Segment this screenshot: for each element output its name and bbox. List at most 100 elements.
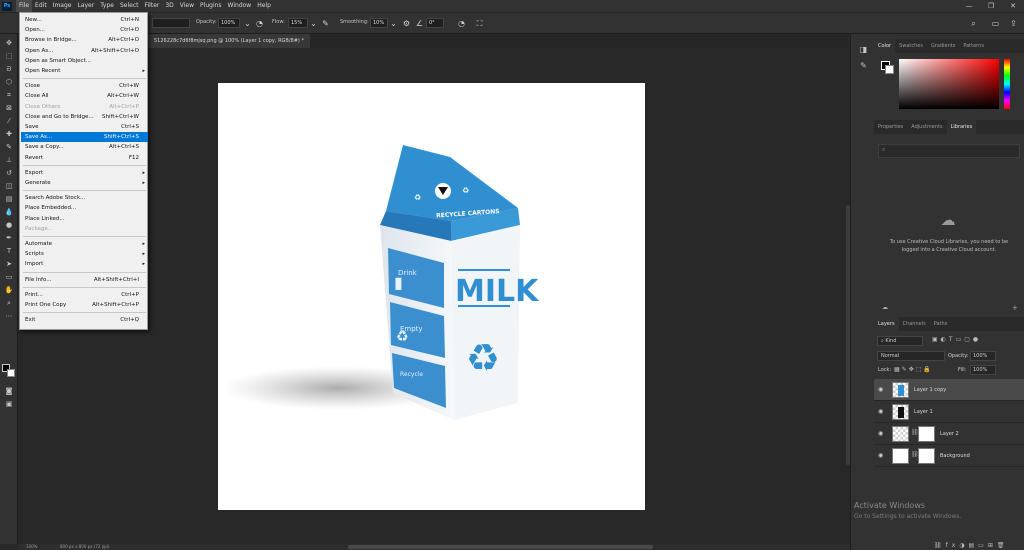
- document-tab[interactable]: 5126228c7d6f8mjsq.png @ 100% (Layer 1 co…: [148, 34, 310, 48]
- airbrush-icon[interactable]: ✎: [320, 18, 331, 29]
- visibility-eye-icon[interactable]: ◉: [878, 430, 883, 437]
- menu-item-package[interactable]: Package...: [21, 224, 148, 234]
- color-picker-field[interactable]: [899, 59, 999, 109]
- layer-filter-icons[interactable]: ▣◐T▭▢●: [932, 336, 981, 343]
- layer-row-layer-1[interactable]: ◉ Layer 1: [874, 401, 1024, 423]
- background-color-swatch[interactable]: [7, 369, 15, 377]
- pressure-opacity-icon[interactable]: ◔: [254, 18, 265, 29]
- marquee-tool-icon[interactable]: ⬚: [3, 51, 15, 61]
- tab-gradients[interactable]: Gradients: [927, 39, 959, 53]
- menu-item-scripts[interactable]: Scripts ▸: [21, 249, 148, 259]
- layer-name[interactable]: Layer 1 copy: [914, 387, 946, 393]
- angle-input[interactable]: 0°: [426, 18, 444, 28]
- menu-item-open[interactable]: Open... Ctrl+O: [21, 25, 148, 35]
- workspace-icon[interactable]: ▭: [990, 18, 1001, 29]
- tab-libraries[interactable]: Libraries: [946, 120, 977, 134]
- crop-tool-icon[interactable]: ⌗: [3, 90, 15, 100]
- pen-tool-icon[interactable]: ✒: [3, 233, 15, 243]
- menu-item-close-and-go-to-bridge[interactable]: Close and Go to Bridge... Shift+Ctrl+W: [21, 112, 148, 122]
- menu-item-generate[interactable]: Generate ▸: [21, 178, 148, 188]
- menu-item-save-as[interactable]: Save As... Shift+Ctrl+S: [21, 132, 148, 143]
- add-library-icon[interactable]: +: [1012, 304, 1018, 312]
- menu-edit[interactable]: Edit: [32, 0, 50, 12]
- menu-image[interactable]: Image: [50, 0, 75, 12]
- menu-item-automate[interactable]: Automate ▸: [21, 239, 148, 249]
- search-icon[interactable]: ⌕: [968, 18, 979, 29]
- zoom-level[interactable]: 100%: [26, 544, 37, 550]
- menu-item-exit[interactable]: Exit Ctrl+Q: [21, 315, 148, 325]
- layer-row-layer-2[interactable]: ◉ ⛓ Layer 2: [874, 423, 1024, 445]
- menu-plugins[interactable]: Plugins: [197, 0, 225, 12]
- libraries-search-input[interactable]: [878, 144, 1020, 158]
- menu-layer[interactable]: Layer: [74, 0, 97, 12]
- brush-tool-icon[interactable]: ✎: [3, 142, 15, 152]
- rectangle-tool-icon[interactable]: ▭: [3, 272, 15, 282]
- document-canvas[interactable]: Drink Empty Recycle ♻ ♻ RECYCLE CARTONS …: [218, 83, 645, 510]
- share-icon[interactable]: ⇪: [1008, 18, 1019, 29]
- tab-adjustments[interactable]: Adjustments: [907, 120, 946, 134]
- quick-mask-icon[interactable]: ◙: [3, 386, 15, 396]
- type-tool-icon[interactable]: T: [3, 246, 15, 256]
- path-select-tool-icon[interactable]: ➤: [3, 259, 15, 269]
- layer-name[interactable]: Layer 1: [914, 409, 933, 415]
- cloud-status-icon[interactable]: ☁: [882, 304, 888, 311]
- zoom-tool-icon[interactable]: ⌕: [3, 298, 15, 308]
- blend-mode-select[interactable]: Normal: [877, 351, 945, 361]
- menu-filter[interactable]: Filter: [142, 0, 163, 12]
- opacity-input[interactable]: 100%: [218, 18, 240, 28]
- visibility-eye-icon[interactable]: ◉: [878, 386, 883, 393]
- layer-opacity-input[interactable]: 100%: [970, 351, 996, 361]
- menu-item-open-recent[interactable]: Open Recent ▸: [21, 66, 148, 76]
- smoothing-input[interactable]: 10%: [370, 18, 388, 28]
- menu-type[interactable]: Type: [97, 0, 117, 12]
- tab-paths[interactable]: Paths: [930, 317, 952, 331]
- layer-mask-thumbnail[interactable]: [918, 426, 935, 442]
- gradient-tool-icon[interactable]: ▤: [3, 194, 15, 204]
- layer-mask-thumbnail[interactable]: [918, 448, 935, 464]
- menu-item-open-as-smart-object[interactable]: Open as Smart Object...: [21, 56, 148, 66]
- visibility-eye-icon[interactable]: ◉: [878, 452, 883, 459]
- menu-item-place-embedded[interactable]: Place Embedded...: [21, 203, 148, 213]
- move-tool-icon[interactable]: ✥: [3, 38, 15, 48]
- history-panel-icon[interactable]: ◨: [858, 44, 869, 55]
- lock-icons[interactable]: ▦✎✥⬚🔒: [894, 366, 933, 373]
- flow-input[interactable]: 15%: [288, 18, 308, 28]
- lasso-tool-icon[interactable]: ᘐ: [3, 64, 15, 74]
- layer-name[interactable]: Background: [940, 453, 970, 459]
- menu-3d[interactable]: 3D: [162, 0, 176, 12]
- menu-item-browse-in-bridge[interactable]: Browse in Bridge... Alt+Ctrl+O: [21, 35, 148, 45]
- brush-mode-select[interactable]: [152, 18, 190, 28]
- dodge-tool-icon[interactable]: ●: [3, 220, 15, 230]
- tab-swatches[interactable]: Swatches: [895, 39, 927, 53]
- menu-item-import[interactable]: Import ▸: [21, 259, 148, 269]
- more-tools-icon[interactable]: ⋯: [3, 311, 15, 321]
- layer-actions-icons[interactable]: ⛓fx◑▤▭⊞🗑: [934, 542, 1009, 549]
- frame-tool-icon[interactable]: ⊠: [3, 103, 15, 113]
- history-brush-tool-icon[interactable]: ↺: [3, 168, 15, 178]
- eraser-tool-icon[interactable]: ◫: [3, 181, 15, 191]
- chevron-down-icon[interactable]: ⌄: [242, 18, 253, 29]
- blur-tool-icon[interactable]: 💧: [3, 207, 15, 217]
- layer-row-background[interactable]: ◉ ⛓ Background: [874, 445, 1024, 467]
- symmetry-icon[interactable]: ⛶: [474, 18, 485, 29]
- menu-item-print[interactable]: Print... Ctrl+P: [21, 290, 148, 300]
- hue-slider[interactable]: [1004, 59, 1010, 109]
- fill-input[interactable]: 100%: [970, 365, 996, 375]
- menu-item-save-a-copy[interactable]: Save a Copy... Alt+Ctrl+S: [21, 142, 148, 152]
- tab-patterns[interactable]: Patterns: [959, 39, 988, 53]
- menu-view[interactable]: View: [177, 0, 197, 12]
- screen-mode-icon[interactable]: ▣: [3, 399, 15, 409]
- menu-select[interactable]: Select: [117, 0, 142, 12]
- menu-item-revert[interactable]: Revert F12: [21, 153, 148, 163]
- close-window-button[interactable]: ✕: [1002, 0, 1024, 12]
- eyedropper-tool-icon[interactable]: ⁄: [3, 116, 15, 126]
- healing-brush-tool-icon[interactable]: ✚: [3, 129, 15, 139]
- brush-settings-icon[interactable]: ✎: [858, 60, 869, 71]
- quick-select-tool-icon[interactable]: ⬡: [3, 77, 15, 87]
- visibility-eye-icon[interactable]: ◉: [878, 408, 883, 415]
- pressure-size-icon[interactable]: ◔: [456, 18, 467, 29]
- menu-item-new[interactable]: New... Ctrl+N: [21, 15, 148, 25]
- tab-layers[interactable]: Layers: [874, 317, 899, 331]
- menu-item-search-adobe-stock[interactable]: Search Adobe Stock...: [21, 193, 148, 203]
- menu-item-file-info[interactable]: File Info... Alt+Shift+Ctrl+I: [21, 275, 148, 285]
